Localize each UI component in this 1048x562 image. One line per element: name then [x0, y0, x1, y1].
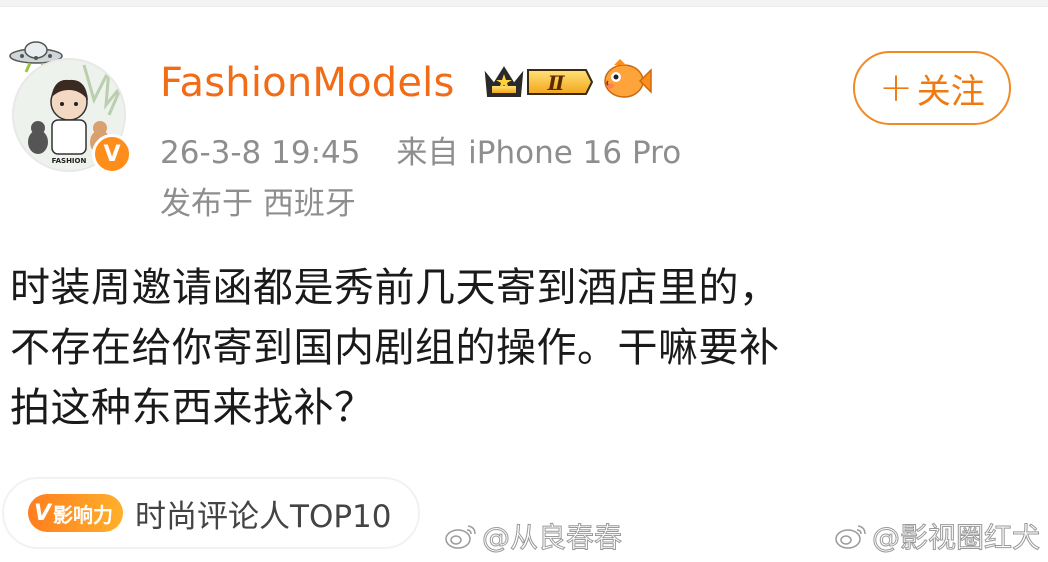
- avatar-container[interactable]: FASHION V: [8, 34, 138, 174]
- follow-label: 关注: [916, 71, 985, 112]
- post-line: 时装周邀请函都是秀前几天寄到酒店里的，: [10, 265, 780, 311]
- watermark-text: @从良春春: [481, 521, 623, 555]
- fish-icon: [604, 59, 652, 98]
- verified-icon: V: [92, 134, 132, 174]
- plus-icon: +: [879, 65, 913, 111]
- crown-level-icon: Ⅱ: [484, 66, 594, 97]
- post-line: 不存在给你寄到国内剧组的操作。干嘛要补: [10, 325, 780, 371]
- watermark: @从良春春: [444, 516, 623, 556]
- influence-v-icon: V: [34, 500, 52, 526]
- level-text: Ⅱ: [547, 71, 566, 95]
- watermark: @影视圈红犬: [834, 516, 1041, 556]
- post-location: 发布于 西班牙: [160, 186, 356, 222]
- influence-text: 时尚评论人TOP10: [135, 498, 392, 535]
- influence-tag[interactable]: V 影响力 时尚评论人TOP10: [2, 477, 420, 549]
- post-time[interactable]: 26-3-8 19:45: [160, 135, 360, 171]
- watermark-text: @影视圈红犬: [871, 521, 1041, 555]
- post-content: 时装周邀请函都是秀前几天寄到酒店里的， 不存在给你寄到国内剧组的操作。干嘛要补 …: [10, 258, 1020, 438]
- post-source: 来自 iPhone 16 Pro: [396, 135, 682, 171]
- post-line: 拍这种东西来找补？: [10, 385, 375, 431]
- influence-badge: V 影响力: [28, 494, 124, 532]
- post-meta: 26-3-8 19:45 来自 iPhone 16 Pro: [160, 127, 681, 172]
- weibo-watermark-icon: [445, 525, 476, 549]
- follow-button[interactable]: + 关注: [853, 51, 1011, 125]
- weibo-watermark-icon: [835, 525, 866, 549]
- top-divider: [0, 0, 1048, 7]
- influence-badge-label: 影响力: [53, 502, 114, 527]
- svg-text:FASHION: FASHION: [52, 157, 87, 165]
- username[interactable]: FashionModels: [160, 60, 455, 106]
